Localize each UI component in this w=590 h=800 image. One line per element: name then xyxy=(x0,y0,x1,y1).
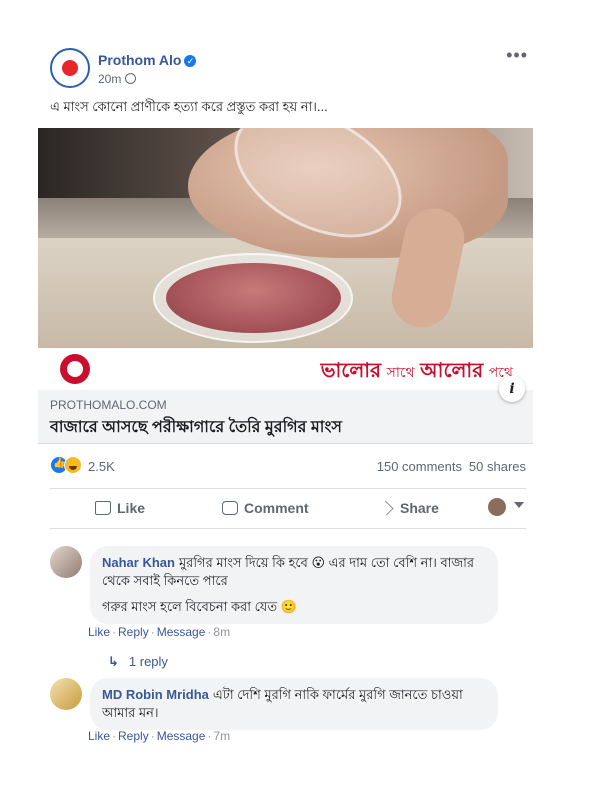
share-button[interactable]: Share xyxy=(378,500,439,516)
link-domain: PROTHOMALO.COM xyxy=(50,398,167,412)
haha-reaction-icon[interactable] xyxy=(64,456,82,474)
comment-bubble: Nahar Khan মুরগির মাংস দিয়ে কি হবে 😮 এর … xyxy=(90,546,498,624)
comment-time[interactable]: 8m xyxy=(213,625,230,639)
divider xyxy=(50,488,526,489)
comment-reply-link[interactable]: Reply xyxy=(118,729,149,743)
link-preview[interactable]: PROTHOMALO.COM বাজারে আসছে পরীক্ষাগারে ত… xyxy=(38,376,533,444)
post-card: Prothom Alo ✓ 20m ••• এ মাংস কোনো প্রাণীক… xyxy=(38,0,533,800)
comment-like-link[interactable]: Like xyxy=(88,729,110,743)
comment-actions: Like · Reply · Message · 7m xyxy=(88,729,231,743)
comment-author[interactable]: MD Robin Mridha xyxy=(102,687,209,702)
viewer-avatar[interactable] xyxy=(488,498,506,516)
page-avatar[interactable] xyxy=(50,48,90,88)
chevron-down-icon[interactable] xyxy=(514,502,524,508)
commenter-avatar[interactable] xyxy=(50,678,82,710)
comment-button[interactable]: Comment xyxy=(222,500,309,516)
logo-sun-icon xyxy=(62,60,78,76)
comment-author[interactable]: Nahar Khan xyxy=(102,555,175,570)
info-icon[interactable]: i xyxy=(499,376,525,402)
post-stats: 2.5K 150 comments 50 shares xyxy=(50,456,526,476)
comment-reply-link[interactable]: Reply xyxy=(118,625,149,639)
comment-time[interactable]: 7m xyxy=(213,729,230,743)
page-name[interactable]: Prothom Alo ✓ xyxy=(98,52,197,68)
share-count[interactable]: 50 shares xyxy=(469,459,526,474)
more-options-button[interactable]: ••• xyxy=(506,46,528,64)
verified-badge-icon: ✓ xyxy=(184,55,197,67)
divider xyxy=(50,528,526,529)
comment-icon xyxy=(222,501,238,515)
brand-slogan: ভালোর সাথে আলোর পথে xyxy=(320,360,513,382)
post-image[interactable] xyxy=(38,128,533,348)
comment-message-link[interactable]: Message xyxy=(157,625,206,639)
comment-count[interactable]: 150 comments xyxy=(377,459,462,474)
post-header: Prothom Alo ✓ 20m ••• xyxy=(50,46,530,94)
commenter-avatar[interactable] xyxy=(50,546,82,578)
view-replies-link[interactable]: ↳ 1 reply xyxy=(108,654,168,670)
globe-icon xyxy=(125,73,137,84)
thumbs-up-icon xyxy=(95,501,111,515)
prothom-alo-logo-icon xyxy=(60,354,90,384)
post-timestamp[interactable]: 20m xyxy=(98,72,137,86)
share-arrow-icon xyxy=(378,500,394,516)
comment-actions: Like · Reply · Message · 8m xyxy=(88,625,231,639)
comment-text-line2: গরুর মাংস হলে বিবেচনা করা যেত 🙂 xyxy=(102,599,297,614)
image-lab-meat xyxy=(166,263,341,333)
comment-message-link[interactable]: Message xyxy=(157,729,206,743)
action-bar: Like Comment Share xyxy=(50,494,526,524)
post-caption: এ মাংস কোনো প্রাণীকে হত্যা করে প্রস্তুত … xyxy=(50,99,328,114)
link-title[interactable]: বাজারে আসছে পরীক্ষাগারে তৈরি মুরগির মাংস xyxy=(50,414,342,441)
comment-like-link[interactable]: Like xyxy=(88,625,110,639)
like-button[interactable]: Like xyxy=(95,500,145,516)
comment-bubble: MD Robin Mridha এটা দেশি মুরগি নাকি ফার্ম… xyxy=(90,678,498,730)
reply-arrow-icon: ↳ xyxy=(108,654,119,669)
reaction-count[interactable]: 2.5K xyxy=(88,459,115,474)
brand-strip: ভালোর সাথে আলোর পথে xyxy=(38,348,533,390)
